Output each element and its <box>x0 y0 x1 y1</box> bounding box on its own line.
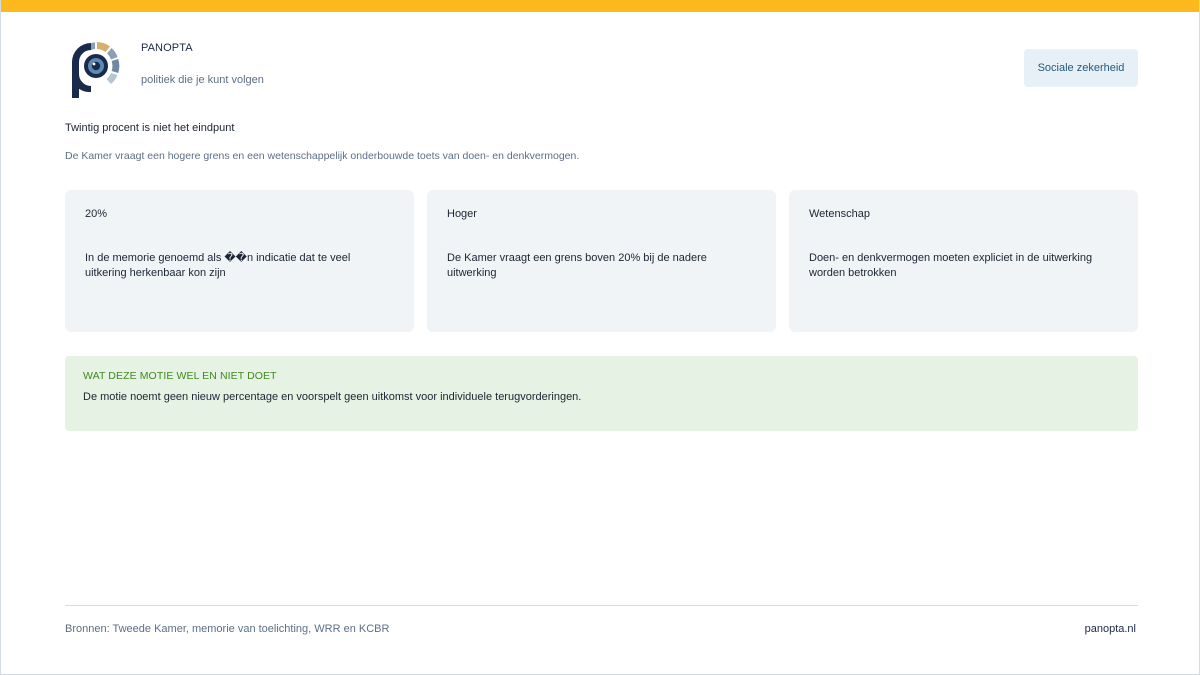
card-title: Wetenschap <box>809 208 870 220</box>
card-title: 20% <box>85 208 108 220</box>
card-body: Doen- en denkvermogen moeten expliciet i… <box>809 252 1093 279</box>
note-text: De motie noemt geen nieuw percentage en … <box>83 391 582 403</box>
accent-bar <box>1 0 1199 12</box>
fact-card-higher: Hoger De Kamer vraagt een grens boven 20… <box>427 190 776 332</box>
topic-badge[interactable]: Sociale zekerheid <box>1024 49 1138 87</box>
motion-note: WAT DEZE MOTIE WEL EN NIET DOET De motie… <box>65 356 1138 431</box>
sources-text: Bronnen: Tweede Kamer, memorie van toeli… <box>65 623 390 635</box>
site-link[interactable]: panopta.nl <box>1085 623 1136 635</box>
card-body: In de memorie genoemd als ��n indicatie … <box>85 252 351 279</box>
fact-card-percentage: 20% In de memorie genoemd als ��n indica… <box>65 190 414 332</box>
brand-tagline: politiek die je kunt volgen <box>141 74 264 86</box>
card-body: De Kamer vraagt een grens boven 20% bij … <box>447 252 707 279</box>
fact-card-science: Wetenschap Doen- en denkvermogen moeten … <box>789 190 1138 332</box>
footer-divider <box>65 605 1138 606</box>
note-label: WAT DEZE MOTIE WEL EN NIET DOET <box>83 370 277 382</box>
page-frame: PANOPTA politiek die je kunt volgen Soci… <box>0 0 1200 675</box>
card-title: Hoger <box>447 208 477 220</box>
page-subtitle: De Kamer vraagt een hogere grens en een … <box>65 150 580 162</box>
panopta-eye-logo-icon <box>69 40 123 100</box>
page-title: Twintig procent is niet het eindpunt <box>65 122 235 134</box>
brand-name: PANOPTA <box>141 42 193 54</box>
